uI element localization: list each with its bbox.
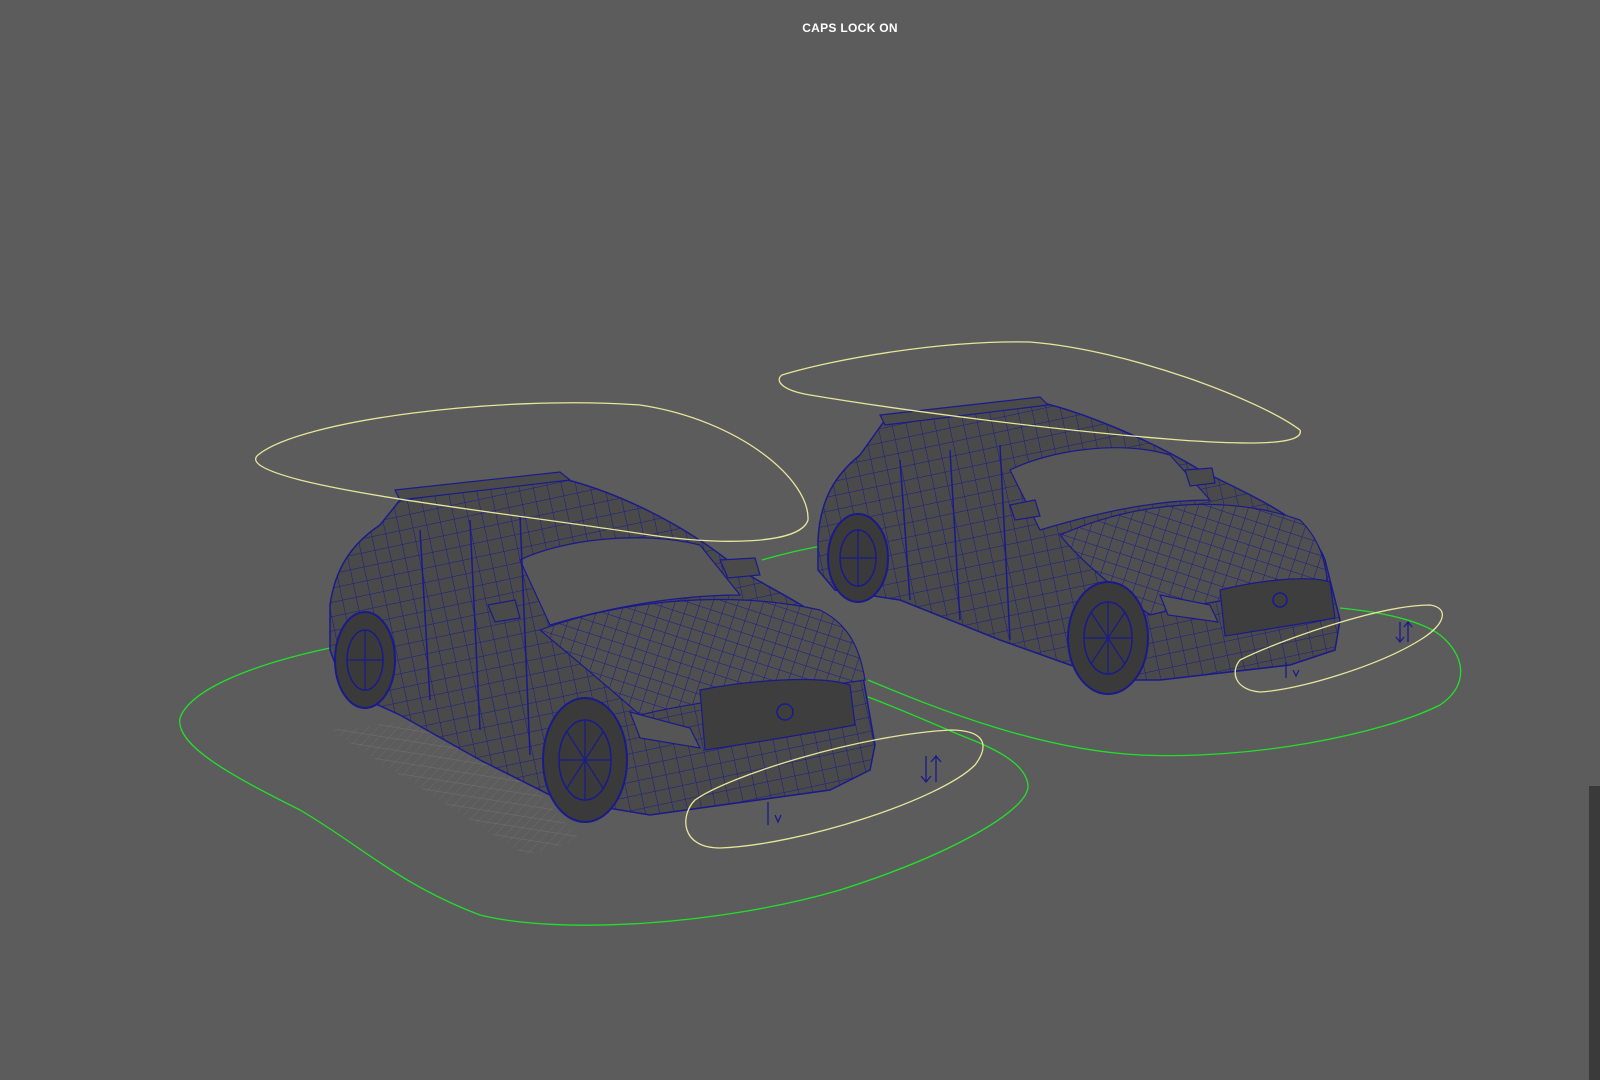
wheel-front-left (542, 697, 628, 823)
wheel-front-right (1067, 581, 1149, 695)
viewport-scene[interactable] (0, 0, 1600, 1080)
maya-viewport[interactable]: CAPS LOCK ON (0, 0, 1600, 1080)
viewport-edge-scrollbar[interactable] (1589, 786, 1600, 1080)
wheel-rear-right (827, 513, 889, 603)
car-rig-right[interactable] (761, 341, 1462, 757)
wheel-rear-left (334, 611, 396, 709)
